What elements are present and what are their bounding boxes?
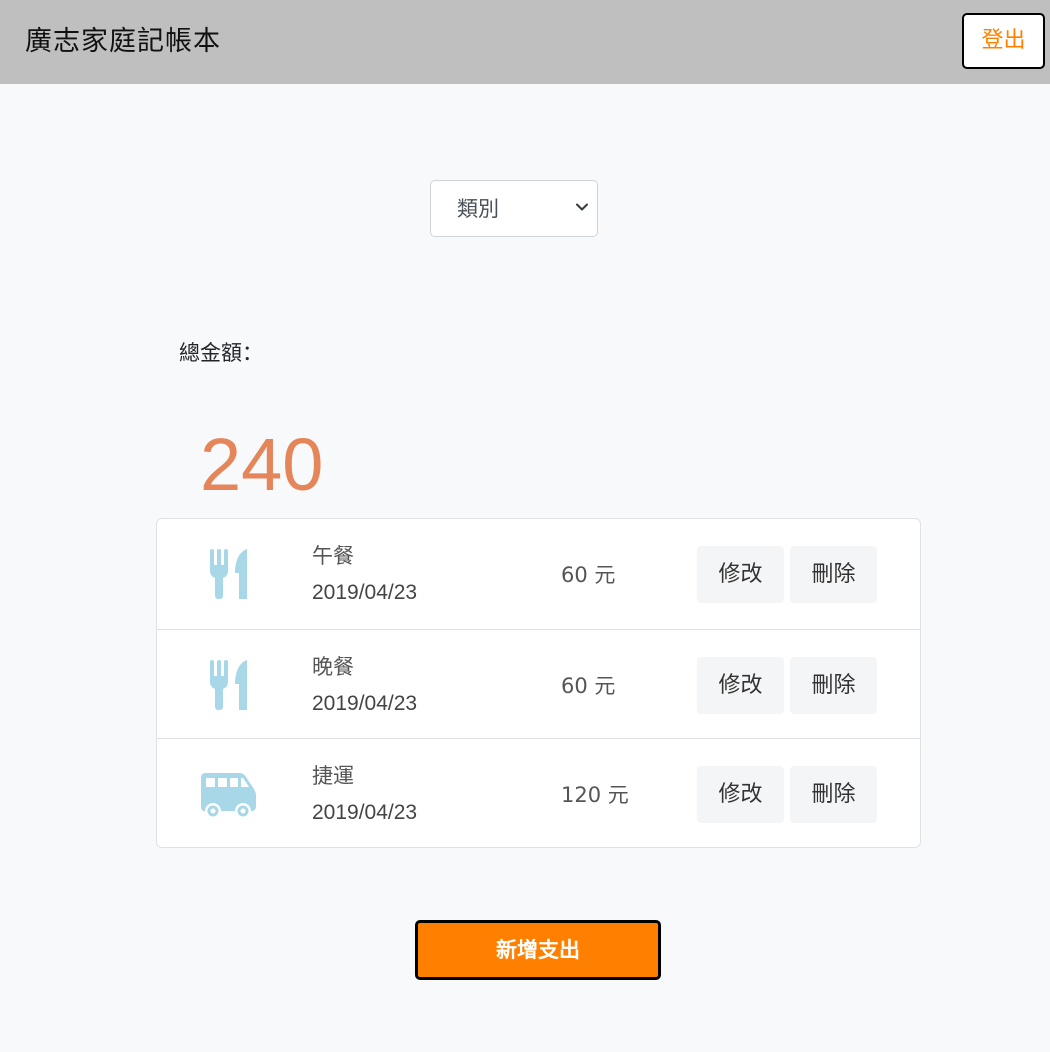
utensils-icon <box>210 660 247 710</box>
app-title: 廣志家庭記帳本 <box>25 26 221 57</box>
delete-button[interactable]: 刪除 <box>790 766 877 823</box>
record-row: 晚餐 2019/04/23 60 元 修改 刪除 <box>157 629 920 739</box>
record-amount: 60 元 <box>561 674 616 698</box>
navbar: 廣志家庭記帳本 登出 <box>0 0 1050 84</box>
category-select-value: 類別 <box>457 197 499 221</box>
logout-button[interactable]: 登出 <box>962 13 1045 69</box>
record-name: 午餐 <box>312 544 354 568</box>
record-row: 捷運 2019/04/23 120 元 修改 刪除 <box>157 738 920 847</box>
edit-button[interactable]: 修改 <box>697 657 784 714</box>
record-name: 捷運 <box>312 764 354 788</box>
chevron-down-icon <box>576 203 588 211</box>
record-date: 2019/04/23 <box>312 581 418 604</box>
total-amount: 240 <box>200 423 324 506</box>
add-expense-button[interactable]: 新增支出 <box>415 920 661 980</box>
shuttle-van-icon <box>201 773 256 819</box>
record-date: 2019/04/23 <box>312 692 418 715</box>
record-date: 2019/04/23 <box>312 801 418 824</box>
record-list: 午餐 2019/04/23 60 元 修改 刪除 晚餐 2019/04/23 6… <box>156 518 921 848</box>
record-amount: 60 元 <box>561 563 616 587</box>
record-amount: 120 元 <box>561 783 629 807</box>
category-select[interactable]: 類別 <box>430 180 598 237</box>
edit-button[interactable]: 修改 <box>697 766 784 823</box>
record-row: 午餐 2019/04/23 60 元 修改 刪除 <box>157 519 920 629</box>
total-label: 總金額： <box>179 341 263 365</box>
edit-button[interactable]: 修改 <box>697 546 784 603</box>
delete-button[interactable]: 刪除 <box>790 546 877 603</box>
utensils-icon <box>210 549 247 599</box>
record-name: 晚餐 <box>312 655 354 679</box>
delete-button[interactable]: 刪除 <box>790 657 877 714</box>
